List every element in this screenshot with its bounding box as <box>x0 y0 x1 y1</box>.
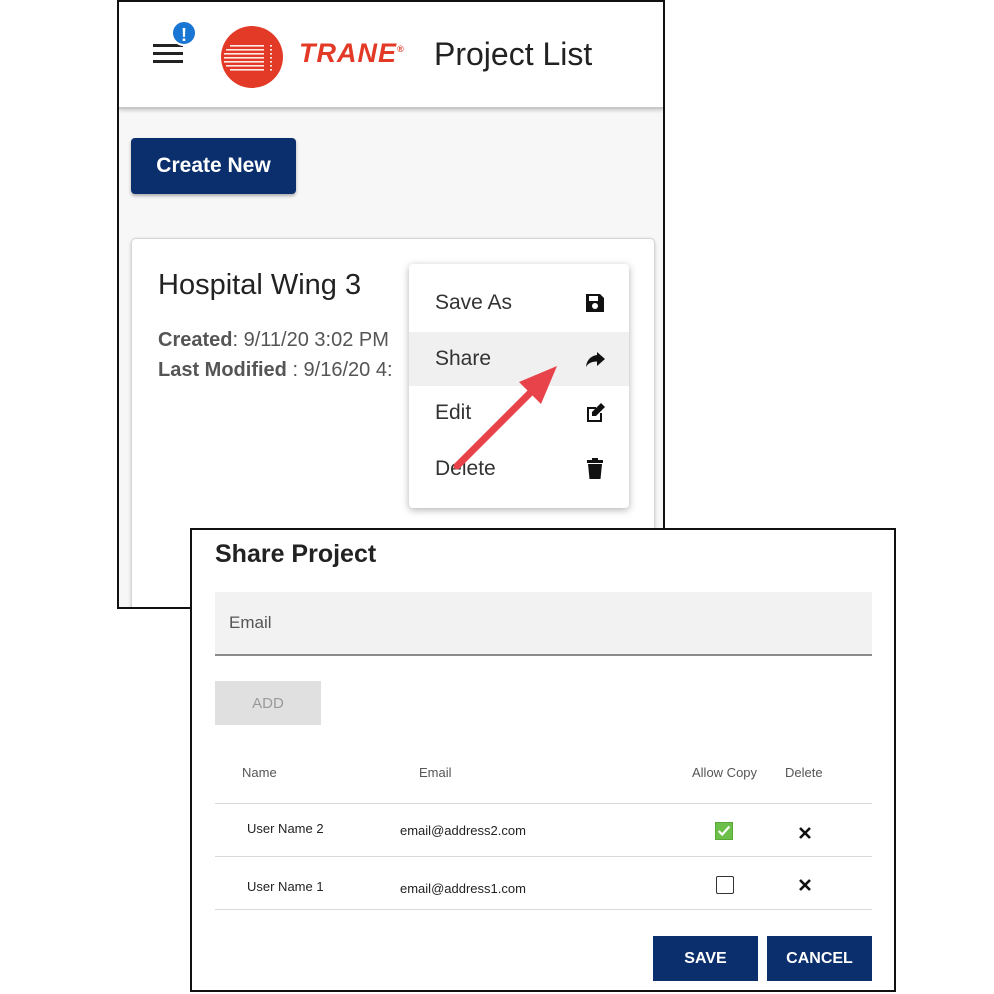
page-title: Project List <box>434 36 593 72</box>
created-value: : 9/11/20 3:02 PM <box>232 329 389 351</box>
row-user-name: User Name 1 <box>247 879 324 894</box>
share-arrow-icon <box>586 352 605 367</box>
cancel-button[interactable]: CANCEL <box>767 936 872 981</box>
row-user-name: User Name 2 <box>247 821 324 836</box>
checkmark-icon <box>717 825 731 837</box>
create-new-button[interactable]: Create New <box>131 138 296 194</box>
add-button[interactable]: ADD <box>215 681 321 725</box>
hamburger-icon-bar <box>153 60 183 63</box>
notification-badge[interactable]: ! <box>171 20 197 46</box>
table-divider <box>215 909 872 910</box>
registered-mark: ® <box>397 44 405 54</box>
allow-copy-checkbox-checked[interactable] <box>715 822 733 840</box>
brand-logo-text: TRANE® <box>299 38 405 69</box>
modified-value: : 9/16/20 4: <box>286 359 393 381</box>
column-header-allow-copy: Allow Copy <box>692 765 758 780</box>
brand-name: TRANE <box>299 38 397 68</box>
edit-pencil-icon <box>587 403 605 422</box>
column-header-name: Name <box>242 765 277 780</box>
created-label: Created <box>158 329 233 351</box>
trash-icon <box>587 458 603 479</box>
row-user-email: email@address2.com <box>400 823 526 838</box>
hamburger-menu-button[interactable] <box>153 44 185 70</box>
created-info: Created: 9/11/20 3:02 PM <box>158 329 389 352</box>
delete-row-x-icon[interactable] <box>798 878 812 892</box>
project-title: Hospital Wing 3 <box>158 269 362 301</box>
row-user-email: email@address1.com <box>400 881 526 896</box>
floppy-disk-icon <box>586 294 604 312</box>
delete-row-x-icon[interactable] <box>798 826 812 840</box>
modified-info: Last Modified : 9/16/20 4: <box>158 359 393 382</box>
email-input[interactable] <box>215 592 872 654</box>
column-header-email: Email <box>419 765 452 780</box>
modified-label: Last Modified <box>158 359 287 381</box>
hamburger-icon-bar <box>153 52 183 55</box>
allow-copy-checkbox-unchecked[interactable] <box>716 876 734 894</box>
email-field-container <box>215 592 872 656</box>
column-header-delete: Delete <box>785 765 823 780</box>
menu-item-label: Save As <box>435 291 513 314</box>
table-divider <box>215 856 872 857</box>
app-bar: ! TRANE® Project List <box>119 2 663 109</box>
trane-logo-icon <box>221 26 283 88</box>
dialog-title: Share Project <box>215 540 377 568</box>
share-project-dialog: Share Project ADD Name Email Allow Copy … <box>190 528 896 992</box>
project-list-screen: ! TRANE® Project List Create New Hospita… <box>117 0 665 609</box>
table-divider <box>215 803 872 804</box>
menu-item-save-as[interactable]: Save As <box>409 276 629 330</box>
annotation-arrow-icon <box>453 366 557 470</box>
save-button[interactable]: SAVE <box>653 936 758 981</box>
